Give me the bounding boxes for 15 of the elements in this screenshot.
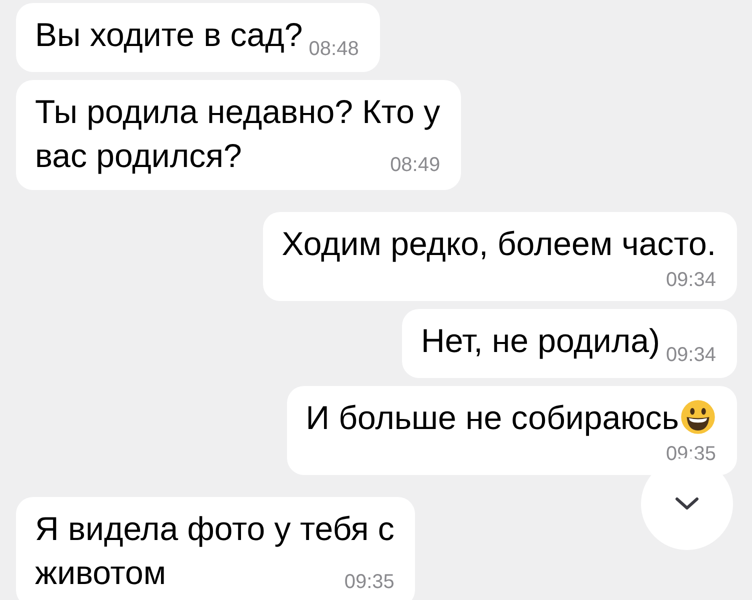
message-text: Ходим редко, болеем часто. bbox=[282, 225, 716, 262]
message-text: И больше не собираюсь bbox=[306, 399, 679, 436]
message-text: Я видела фото у тебя с bbox=[35, 510, 394, 547]
timestamp: 09:34 bbox=[666, 344, 716, 366]
message-text: вас родился? bbox=[35, 136, 242, 176]
timestamp: 09:35 bbox=[344, 571, 394, 593]
timestamp: 08:49 bbox=[390, 154, 440, 176]
timestamp: 09:34 bbox=[666, 269, 716, 291]
message-text: Вы ходите в сад? bbox=[35, 16, 303, 53]
timestamp: 08:48 bbox=[308, 38, 359, 60]
message-text: Ты родила недавно? Кто у bbox=[35, 93, 440, 130]
message-text: животом bbox=[35, 553, 166, 593]
chevron-down-icon bbox=[675, 497, 699, 511]
message-text: Нет, не родила) bbox=[421, 322, 660, 359]
timestamp: 09:35 bbox=[666, 443, 716, 465]
